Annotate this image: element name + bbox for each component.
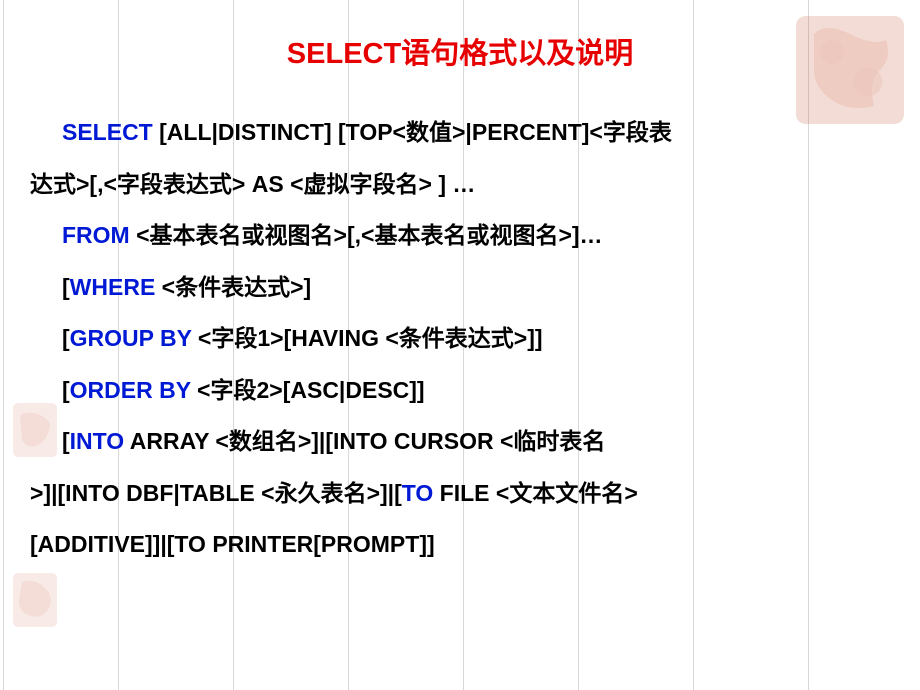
syntax-line-2: 达式>[,<字段表达式> AS <虚拟字段名> ] …: [30, 159, 890, 211]
syntax-text: ARRAY <数组名>]|[INTO CURSOR <临时表名: [124, 428, 605, 454]
keyword-to: TO: [402, 480, 434, 506]
syntax-text: [: [62, 325, 70, 351]
syntax-definition: SELECT [ALL|DISTINCT] [TOP<数值>|PERCENT]<…: [30, 107, 890, 571]
keyword-select: SELECT: [62, 119, 153, 145]
syntax-text: <条件表达式>]: [155, 274, 311, 300]
syntax-line-8: >]|[INTO DBF|TABLE <永久表名>]|[TO FILE <文本文…: [30, 468, 890, 520]
syntax-line-9: [ADDITIVE]]|[TO PRINTER[PROMPT]]: [30, 519, 890, 571]
syntax-line-1: SELECT [ALL|DISTINCT] [TOP<数值>|PERCENT]<…: [30, 107, 890, 159]
syntax-text: FILE <文本文件名>: [433, 480, 637, 506]
keyword-group-by: GROUP BY: [70, 325, 192, 351]
syntax-text: <基本表名或视图名>[,<基本表名或视图名>]…: [130, 222, 603, 248]
syntax-line-6: [ORDER BY <字段2>[ASC|DESC]]: [30, 365, 890, 417]
syntax-text: [: [62, 377, 70, 403]
syntax-text: 达式>[,<字段表达式> AS <虚拟字段名> ] …: [30, 171, 475, 197]
slide-title: SELECT语句格式以及说明: [30, 30, 890, 72]
syntax-text: [ADDITIVE]]|[TO PRINTER[PROMPT]]: [30, 531, 435, 557]
syntax-text: <字段2>[ASC|DESC]]: [191, 377, 425, 403]
syntax-line-3: FROM <基本表名或视图名>[,<基本表名或视图名>]…: [30, 210, 890, 262]
syntax-text: [: [62, 274, 70, 300]
syntax-text: <字段1>[HAVING <条件表达式>]]: [192, 325, 543, 351]
syntax-text: [ALL|DISTINCT] [TOP<数值>|PERCENT]<字段表: [153, 119, 672, 145]
syntax-line-5: [GROUP BY <字段1>[HAVING <条件表达式>]]: [30, 313, 890, 365]
syntax-line-7: [INTO ARRAY <数组名>]|[INTO CURSOR <临时表名: [30, 416, 890, 468]
syntax-text: [: [62, 428, 70, 454]
keyword-order-by: ORDER BY: [70, 377, 191, 403]
keyword-where: WHERE: [70, 274, 156, 300]
keyword-from: FROM: [62, 222, 130, 248]
keyword-into: INTO: [70, 428, 125, 454]
syntax-line-4: [WHERE <条件表达式>]: [30, 262, 890, 314]
syntax-text: >]|[INTO DBF|TABLE <永久表名>]|[: [30, 480, 402, 506]
slide-content: SELECT语句格式以及说明 SELECT [ALL|DISTINCT] [TO…: [0, 0, 920, 601]
